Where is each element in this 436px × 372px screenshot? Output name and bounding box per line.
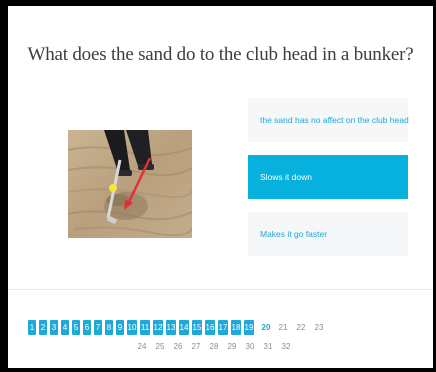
page-button-done[interactable]: 17 <box>218 320 228 335</box>
answer-list: the sand has no affect on the club head … <box>248 98 409 269</box>
page-button[interactable]: 23 <box>313 320 325 335</box>
page-button-done[interactable]: 6 <box>83 320 91 335</box>
page-button-done[interactable]: 10 <box>127 320 137 335</box>
answer-option-2-selected[interactable]: Slows it down <box>248 155 408 199</box>
answer-option-1[interactable]: the sand has no affect on the club head <box>248 98 409 142</box>
window-frame-left <box>0 0 8 372</box>
page-button[interactable]: 24 <box>136 339 148 354</box>
answer-option-3[interactable]: Makes it go faster <box>248 212 408 256</box>
page-button[interactable]: 27 <box>190 339 202 354</box>
answer-option-label: the sand has no affect on the club head <box>260 115 409 125</box>
window-frame-bottom <box>0 368 436 372</box>
page-button-done[interactable]: 14 <box>179 320 189 335</box>
window-frame-top <box>0 0 436 6</box>
page-button[interactable]: 21 <box>277 320 289 335</box>
page-button[interactable]: 26 <box>172 339 184 354</box>
page-button-done[interactable]: 3 <box>50 320 58 335</box>
pagination-row-1: 1 2 3 4 5 6 7 8 9 10 11 12 13 14 15 16 1… <box>28 320 418 335</box>
page-button[interactable]: 25 <box>154 339 166 354</box>
page-button-done[interactable]: 7 <box>94 320 102 335</box>
page-button-done[interactable]: 9 <box>116 320 124 335</box>
answer-option-label: Makes it go faster <box>260 229 328 239</box>
page-button[interactable]: 32 <box>280 339 292 354</box>
page-button-done[interactable]: 18 <box>231 320 241 335</box>
page-button-done[interactable]: 4 <box>61 320 69 335</box>
page-button[interactable]: 22 <box>295 320 307 335</box>
question-pagination: 1 2 3 4 5 6 7 8 9 10 11 12 13 14 15 16 1… <box>28 320 418 354</box>
page-button[interactable]: 30 <box>244 339 256 354</box>
page-button[interactable]: 28 <box>208 339 220 354</box>
page-button-done[interactable]: 12 <box>153 320 163 335</box>
golf-bunker-photo <box>68 130 192 238</box>
page-button-done[interactable]: 16 <box>205 320 215 335</box>
pagination-row-2: 24 25 26 27 28 29 30 31 32 <box>28 339 418 354</box>
page-button-current[interactable]: 20 <box>260 320 272 335</box>
page-button-done[interactable]: 15 <box>192 320 202 335</box>
page-button[interactable]: 31 <box>262 339 274 354</box>
question-title: What does the sand do to the club head i… <box>27 44 414 65</box>
page-button[interactable]: 29 <box>226 339 238 354</box>
divider <box>8 289 433 290</box>
page-button-done[interactable]: 13 <box>166 320 176 335</box>
page-button-done[interactable]: 2 <box>39 320 47 335</box>
page-button-done[interactable]: 11 <box>140 320 150 335</box>
page-button-done[interactable]: 8 <box>105 320 113 335</box>
page-button-done[interactable]: 5 <box>72 320 80 335</box>
answer-option-label: Slows it down <box>260 172 312 182</box>
page-button-done[interactable]: 19 <box>244 320 254 335</box>
page-button-done[interactable]: 1 <box>28 320 36 335</box>
